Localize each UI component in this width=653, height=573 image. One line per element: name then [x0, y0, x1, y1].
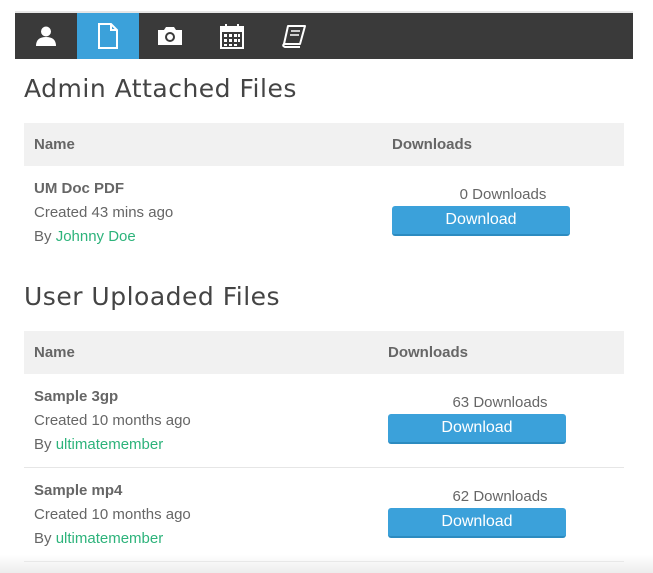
- file-icon: [98, 23, 118, 49]
- tab-photos[interactable]: [139, 13, 201, 59]
- file-name: Sample 3gp: [34, 388, 119, 405]
- author-link[interactable]: ultimatemember: [56, 436, 164, 453]
- file-created: Created 10 months ago: [34, 506, 191, 523]
- file-author: By Johnny Doe: [34, 228, 136, 245]
- admin-files-title: Admin Attached Files: [24, 74, 297, 103]
- file-author: By ultimatemember: [34, 436, 163, 453]
- table-row: Sample mp4 Created 10 months ago By ulti…: [24, 468, 624, 562]
- download-button[interactable]: Download: [388, 414, 566, 444]
- table-row: Sample 3gp Created 10 months ago By ulti…: [24, 374, 624, 468]
- file-created: Created 43 mins ago: [34, 204, 174, 221]
- column-header-downloads: Downloads: [392, 136, 473, 153]
- user-files-table: Name Downloads Sample 3gp Created 10 mon…: [24, 331, 624, 562]
- table-header: Name Downloads: [24, 331, 624, 374]
- author-link[interactable]: ultimatemember: [56, 530, 164, 547]
- author-link[interactable]: Johnny Doe: [56, 228, 136, 245]
- book-icon: [282, 25, 306, 48]
- by-label: By: [34, 530, 52, 547]
- calendar-icon: [220, 24, 244, 49]
- tab-notes[interactable]: [263, 13, 325, 59]
- download-count: 62 Downloads: [452, 488, 548, 505]
- download-count: 0 Downloads: [459, 186, 547, 203]
- bottom-fade: [0, 555, 653, 573]
- download-button[interactable]: Download: [388, 508, 566, 538]
- file-name: UM Doc PDF: [34, 180, 124, 197]
- profile-tab-bar: [15, 13, 633, 59]
- file-created: Created 10 months ago: [34, 412, 191, 429]
- tab-events[interactable]: [201, 13, 263, 59]
- user-icon: [36, 26, 56, 46]
- download-button[interactable]: Download: [392, 206, 570, 236]
- user-files-title: User Uploaded Files: [24, 282, 281, 311]
- column-header-name: Name: [34, 344, 75, 361]
- table-header: Name Downloads: [24, 123, 624, 166]
- download-count: 63 Downloads: [452, 394, 548, 411]
- by-label: By: [34, 436, 52, 453]
- column-header-downloads: Downloads: [388, 344, 469, 361]
- column-header-name: Name: [34, 136, 75, 153]
- tab-profile[interactable]: [15, 13, 77, 59]
- camera-icon: [158, 27, 182, 45]
- by-label: By: [34, 228, 52, 245]
- file-name: Sample mp4: [34, 482, 123, 499]
- file-author: By ultimatemember: [34, 530, 163, 547]
- admin-files-table: Name Downloads UM Doc PDF Created 43 min…: [24, 123, 624, 259]
- table-row: UM Doc PDF Created 43 mins ago By Johnny…: [24, 166, 624, 259]
- tab-files[interactable]: [77, 13, 139, 59]
